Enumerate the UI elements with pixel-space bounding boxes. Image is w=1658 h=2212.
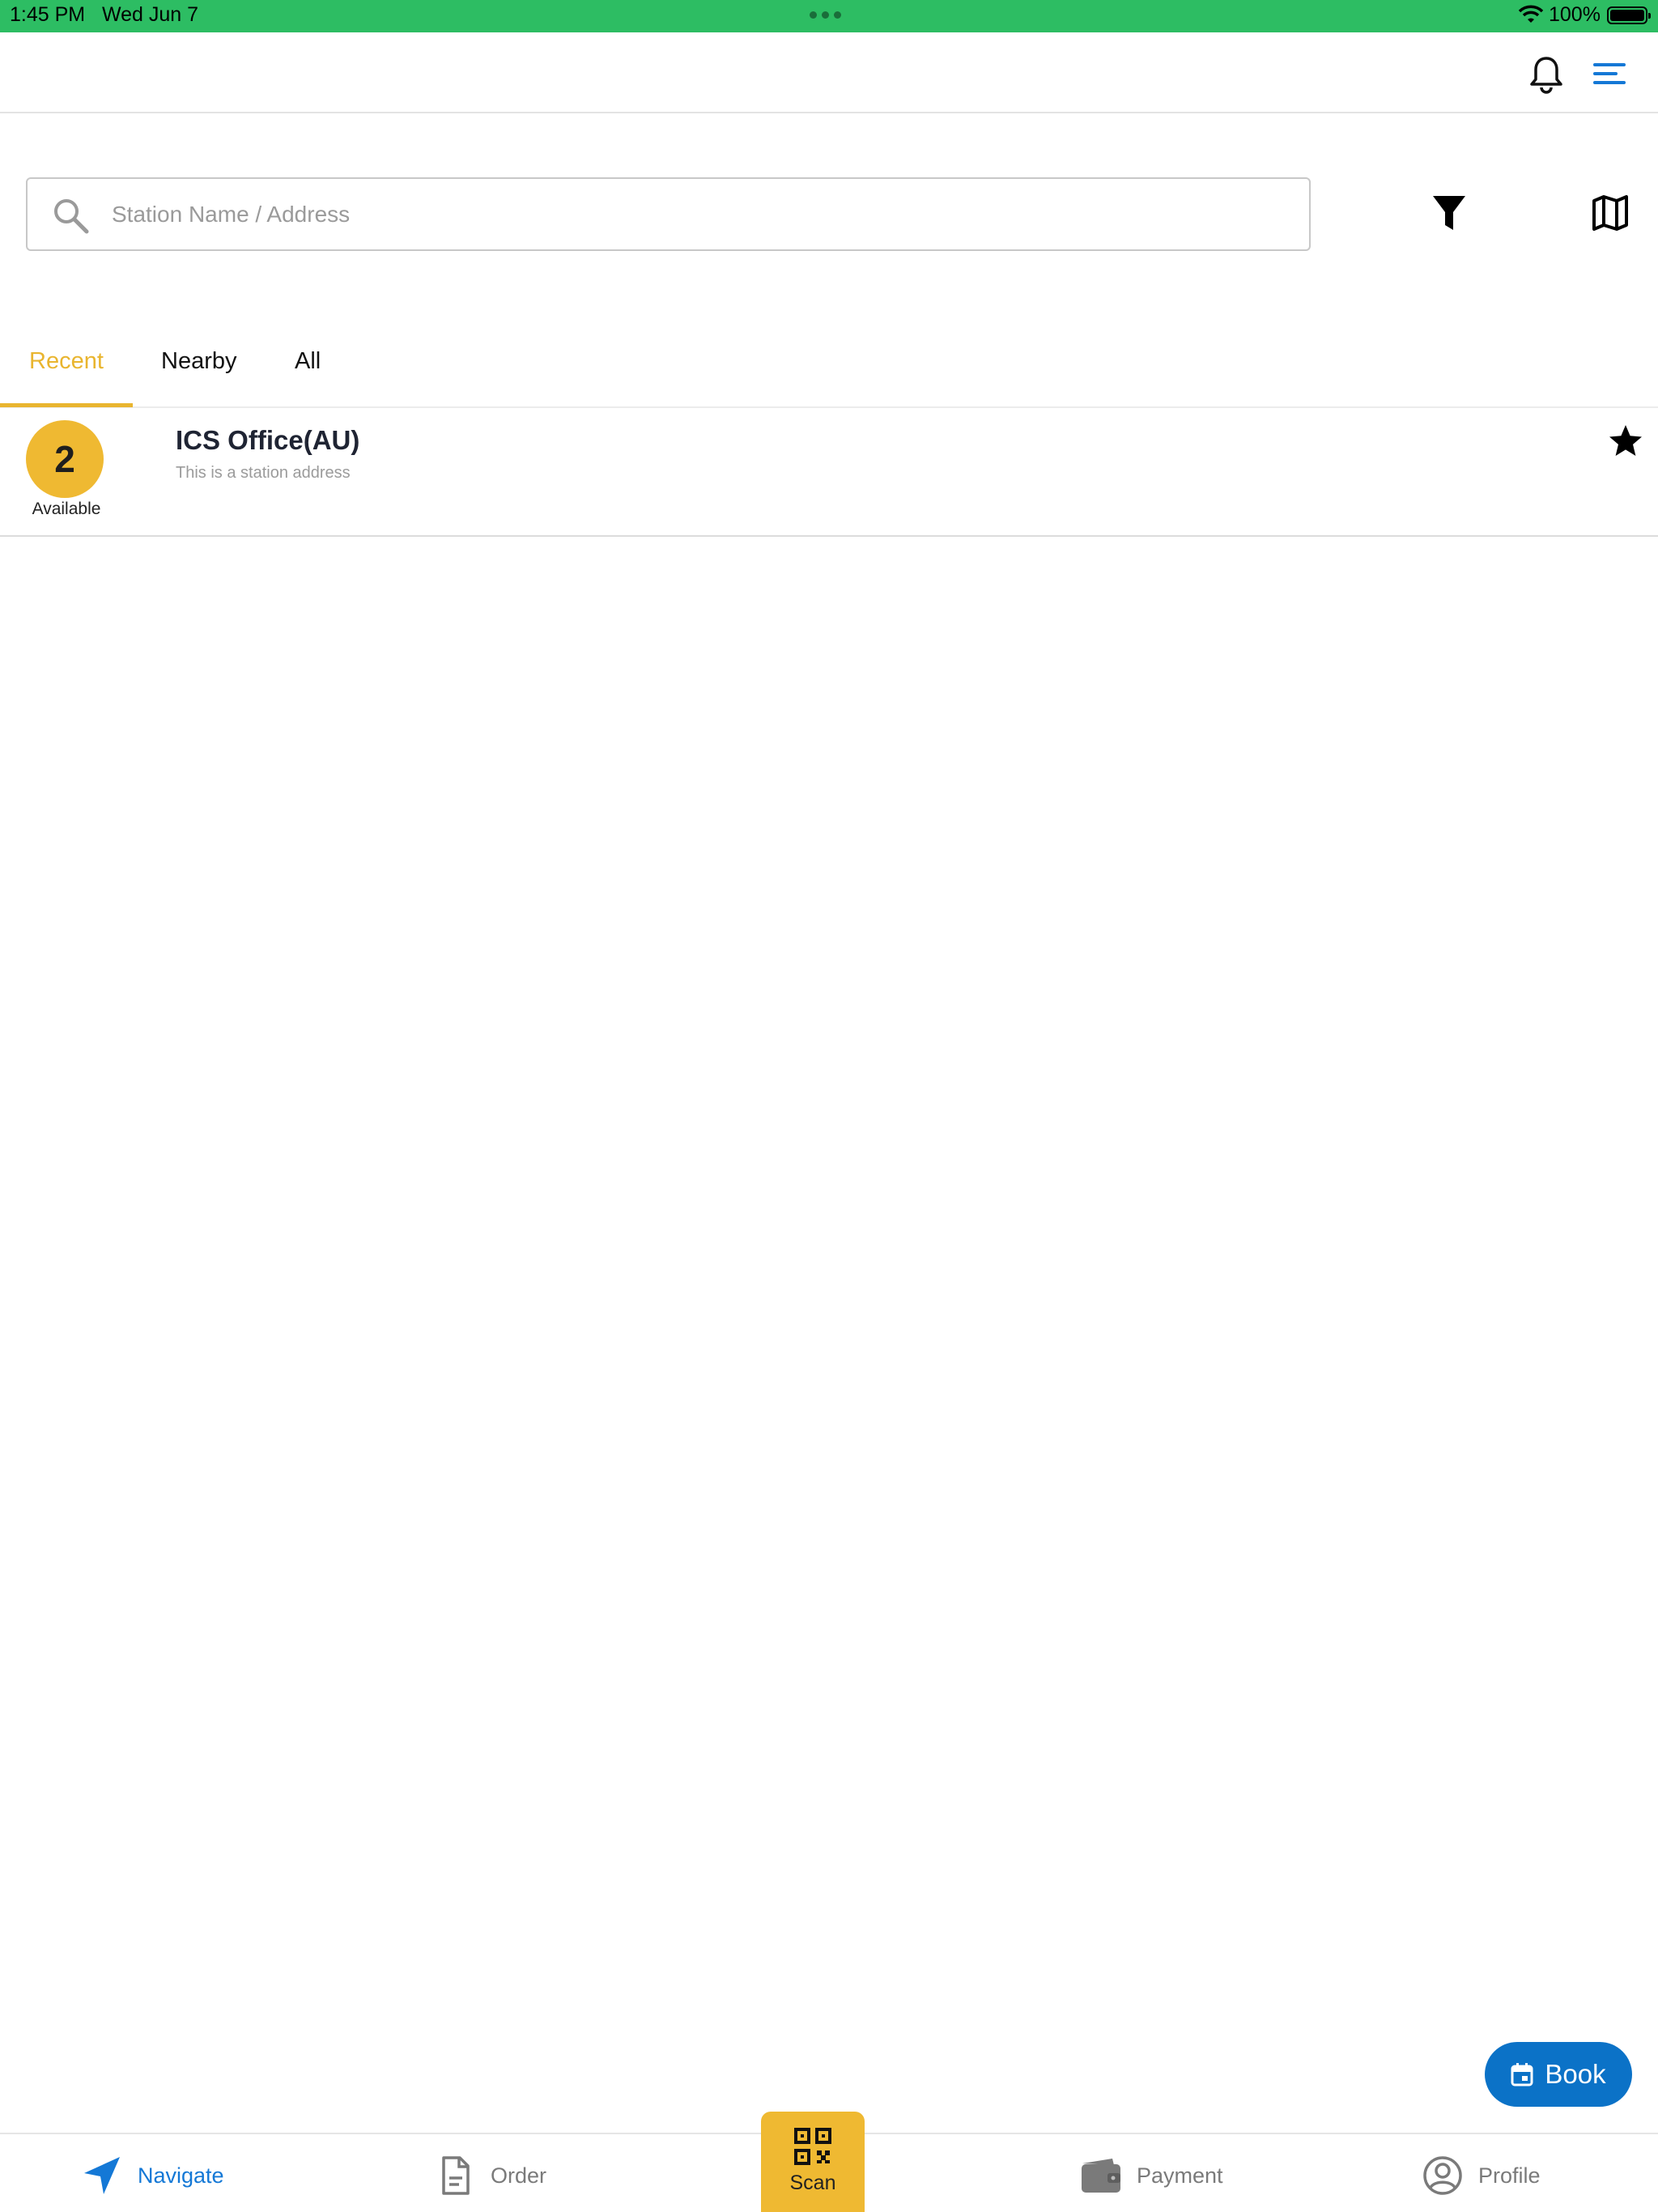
app-header [0, 32, 1658, 113]
favorite-star-icon[interactable] [1608, 423, 1643, 459]
active-tab-indicator [0, 403, 133, 407]
station-address: This is a station address [176, 464, 351, 482]
multitasking-dots-icon[interactable] [810, 11, 841, 19]
status-time: 1:45 PM [10, 3, 86, 26]
battery-icon [1607, 6, 1651, 24]
search-box[interactable] [26, 177, 1311, 251]
book-button-label: Book [1545, 2059, 1606, 2089]
station-name: ICS Office(AU) [176, 425, 360, 455]
calendar-icon [1511, 2063, 1533, 2087]
tab-nearby[interactable]: Nearby [161, 348, 237, 375]
filter-icon[interactable] [1431, 193, 1467, 233]
bell-icon[interactable] [1528, 55, 1564, 94]
scan-button[interactable]: Scan [761, 2112, 865, 2212]
available-label: Available [32, 500, 101, 518]
status-date: Wed Jun 7 [102, 3, 199, 26]
search-input[interactable] [112, 194, 1278, 236]
document-icon [442, 2156, 470, 2195]
battery-percent: 100% [1549, 3, 1601, 26]
station-tabs: Recent Nearby All [0, 316, 1658, 408]
station-list-item[interactable]: 2 Available ICS Office(AU) This is a sta… [0, 409, 1658, 537]
scan-label: Scan [789, 2172, 836, 2194]
wallet-icon [1082, 2159, 1120, 2193]
nav-profile[interactable]: Profile [1422, 2155, 1541, 2196]
nav-order[interactable]: Order [434, 2155, 546, 2196]
tab-all[interactable]: All [295, 348, 321, 375]
search-icon [54, 199, 89, 234]
menu-icon[interactable] [1593, 60, 1626, 87]
status-bar: 1:45 PM Wed Jun 7 100% [0, 0, 1658, 32]
nav-profile-label: Profile [1478, 2163, 1541, 2188]
profile-icon [1423, 2156, 1462, 2195]
wifi-icon [1519, 5, 1543, 23]
nav-payment[interactable]: Payment [1080, 2155, 1223, 2196]
map-icon[interactable] [1592, 194, 1629, 232]
nav-navigate-label: Navigate [138, 2163, 224, 2188]
nav-order-label: Order [491, 2163, 547, 2188]
qr-code-icon [794, 2128, 831, 2165]
available-count-badge: 2 [26, 420, 104, 498]
nav-navigate[interactable]: Navigate [81, 2155, 224, 2196]
tab-recent[interactable]: Recent [29, 348, 104, 375]
book-button[interactable]: Book [1485, 2042, 1632, 2107]
nav-payment-label: Payment [1137, 2163, 1223, 2188]
navigate-arrow-icon [84, 2157, 120, 2194]
